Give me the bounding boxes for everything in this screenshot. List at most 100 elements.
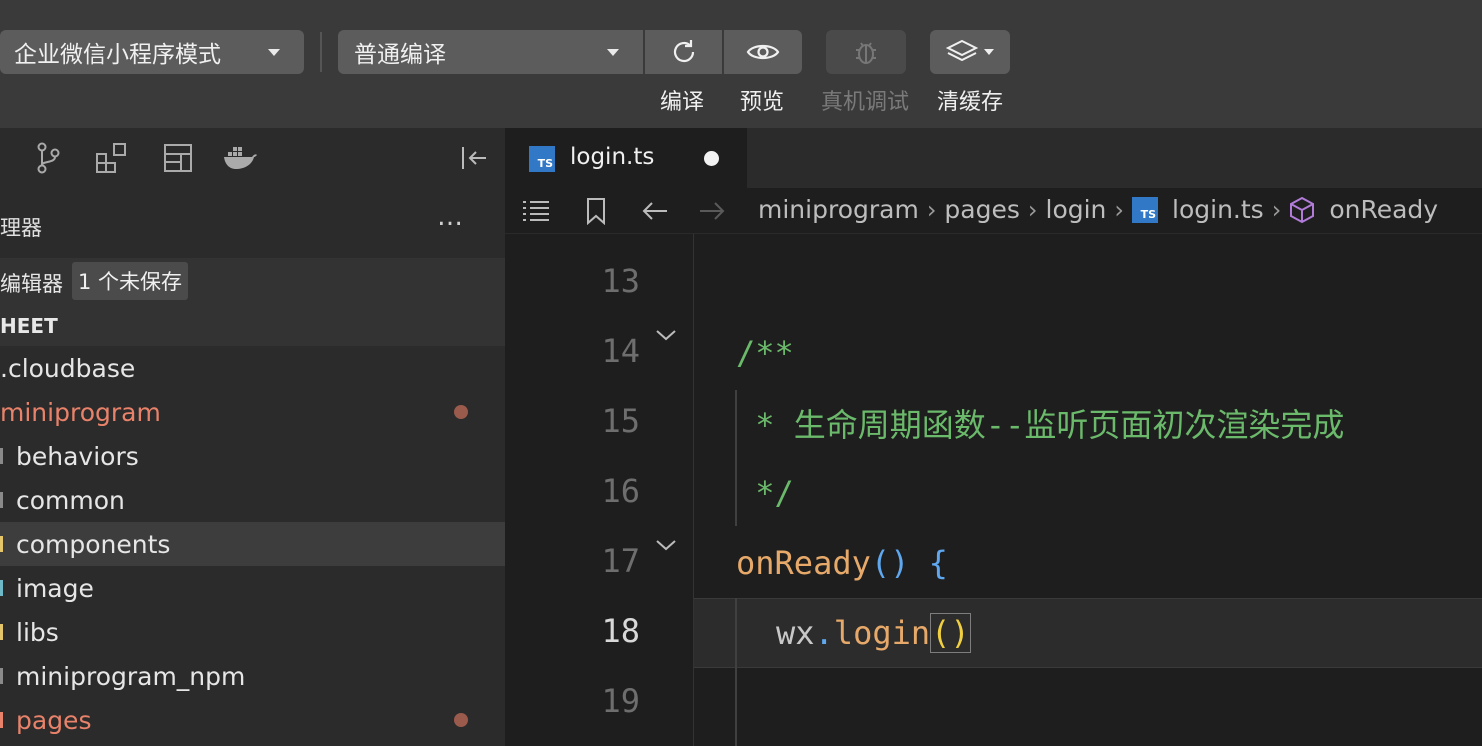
breadcrumb-item[interactable]: login.ts xyxy=(1172,195,1264,224)
more-actions-button[interactable]: … xyxy=(437,202,465,232)
preview-label: 预览 xyxy=(739,90,784,115)
unsaved-dot-icon[interactable] xyxy=(704,151,719,166)
folder-icon xyxy=(0,712,3,728)
breadcrumb-item[interactable]: miniprogram xyxy=(758,195,919,224)
tab-bar: TS login.ts xyxy=(505,128,1482,188)
chevron-right-icon: › xyxy=(1114,195,1125,224)
folder-icon xyxy=(0,448,3,464)
chevron-right-icon: › xyxy=(1027,195,1038,224)
git-branch-icon[interactable] xyxy=(32,142,64,174)
folder-icon xyxy=(0,492,3,508)
sidebar: 理器 … 编辑器 1 个未保存 HEET .cloudbase miniprog… xyxy=(0,128,505,746)
chevron-down-icon xyxy=(607,49,619,56)
mode-select-label: 企业微信小程序模式 xyxy=(14,42,221,68)
tree-item-components[interactable]: components xyxy=(0,522,505,566)
clear-cache-label: 清缓存 xyxy=(936,90,1003,115)
tree-item-label: libs xyxy=(16,617,59,647)
comment-token: /** xyxy=(736,334,794,372)
extensions-icon[interactable] xyxy=(95,142,127,174)
line-number: 15 xyxy=(601,402,640,440)
open-editors-section: 编辑器 1 个未保存 HEET xyxy=(0,258,505,346)
line-number: 19 xyxy=(601,682,640,720)
tree-item-miniprogram[interactable]: miniprogram xyxy=(0,390,505,434)
function-name-token: onReady xyxy=(736,544,871,582)
modified-dot xyxy=(454,713,468,727)
line-number: 17 xyxy=(601,542,640,580)
activity-bar xyxy=(0,128,505,188)
code-line: /** xyxy=(736,318,794,388)
eye-icon xyxy=(746,44,780,60)
open-editors-label[interactable]: 编辑器 xyxy=(0,268,63,298)
breadcrumb-item[interactable]: login xyxy=(1046,195,1107,224)
breadcrumb-item[interactable]: onReady xyxy=(1329,195,1438,224)
docker-icon[interactable] xyxy=(222,142,258,174)
line-number: 16 xyxy=(601,472,640,510)
bookmark-icon[interactable] xyxy=(581,196,611,226)
file-tree: .cloudbase miniprogram behaviors common … xyxy=(0,346,505,742)
chevron-down-icon xyxy=(268,49,280,56)
real-device-debug-label: 真机调试 xyxy=(820,90,909,115)
compile-label: 编译 xyxy=(659,90,704,115)
unsaved-badge: 1 个未保存 xyxy=(72,262,189,300)
chevron-right-icon: › xyxy=(926,195,937,224)
compile-mode-select[interactable]: 普通编译 xyxy=(338,30,643,74)
tree-item-miniprogram-npm[interactable]: miniprogram_npm xyxy=(0,654,505,698)
method-cube-icon xyxy=(1290,196,1315,223)
arrow-right-icon[interactable] xyxy=(697,196,727,226)
tree-item-image[interactable]: image xyxy=(0,566,505,610)
tree-item-libs[interactable]: libs xyxy=(0,610,505,654)
arrow-left-icon[interactable] xyxy=(640,196,670,226)
tree-item-label: behaviors xyxy=(16,441,139,471)
modified-dot xyxy=(454,405,468,419)
fold-chevron-icon[interactable] xyxy=(655,538,677,552)
tree-item-behaviors[interactable]: behaviors xyxy=(0,434,505,478)
bracket-match-token: () xyxy=(930,613,971,653)
folder-icon xyxy=(0,624,3,640)
indent-guide xyxy=(735,598,737,746)
tree-item-label: miniprogram xyxy=(0,397,161,427)
folder-icon xyxy=(0,580,3,596)
editor: TS login.ts miniprogram › pages › login … xyxy=(505,128,1482,746)
refresh-icon xyxy=(673,40,694,63)
tree-item-label: miniprogram_npm xyxy=(16,661,246,691)
brace-token: { xyxy=(909,544,948,582)
method-token: login xyxy=(833,614,931,652)
chevron-right-icon: › xyxy=(1271,195,1282,224)
compile-button[interactable] xyxy=(644,30,722,74)
code-line-current: wx. login() xyxy=(776,598,971,668)
project-label[interactable]: HEET xyxy=(0,314,58,338)
code-line: */ xyxy=(736,458,794,528)
chevron-down-icon xyxy=(984,49,994,55)
layout-icon[interactable] xyxy=(162,142,194,174)
preview-button[interactable] xyxy=(723,30,802,74)
folder-icon xyxy=(0,536,3,552)
paren-token: () xyxy=(870,544,910,582)
comment-token: * 生命周期函数--监听页面初次渲染完成 xyxy=(736,406,1345,444)
tree-item-pages[interactable]: pages xyxy=(0,698,505,742)
tree-item-label: .cloudbase xyxy=(0,353,136,383)
typescript-file-icon: TS xyxy=(1132,196,1159,223)
folder-icon xyxy=(0,668,3,684)
clear-cache-button[interactable] xyxy=(930,30,1010,74)
list-icon[interactable] xyxy=(521,196,551,226)
tree-item-common[interactable]: common xyxy=(0,478,505,522)
toolbar-divider xyxy=(320,32,322,72)
line-number-current: 18 xyxy=(601,612,640,650)
tree-item-label: common xyxy=(16,485,125,515)
tree-item-label: image xyxy=(16,573,94,603)
typescript-file-icon: TS xyxy=(529,146,555,172)
compile-mode-label: 普通编译 xyxy=(354,42,446,68)
tab-login-ts[interactable]: TS login.ts xyxy=(505,128,747,188)
breadcrumb-item[interactable]: pages xyxy=(944,195,1019,224)
tree-item-cloudbase[interactable]: .cloudbase xyxy=(0,346,505,390)
code-area[interactable]: /** * 生命周期函数--监听页面初次渲染完成 */ onReady() { … xyxy=(693,234,1482,746)
collapse-panel-icon[interactable] xyxy=(458,142,490,174)
layers-icon xyxy=(946,39,978,62)
bug-icon xyxy=(856,42,876,64)
tree-item-label: pages xyxy=(16,705,92,735)
real-device-debug-button[interactable] xyxy=(826,30,906,74)
line-number: 13 xyxy=(601,262,640,300)
breadcrumb: miniprogram › pages › login › TS login.t… xyxy=(505,188,1482,234)
mode-select[interactable]: 企业微信小程序模式 xyxy=(0,30,304,74)
fold-chevron-icon[interactable] xyxy=(655,328,677,342)
